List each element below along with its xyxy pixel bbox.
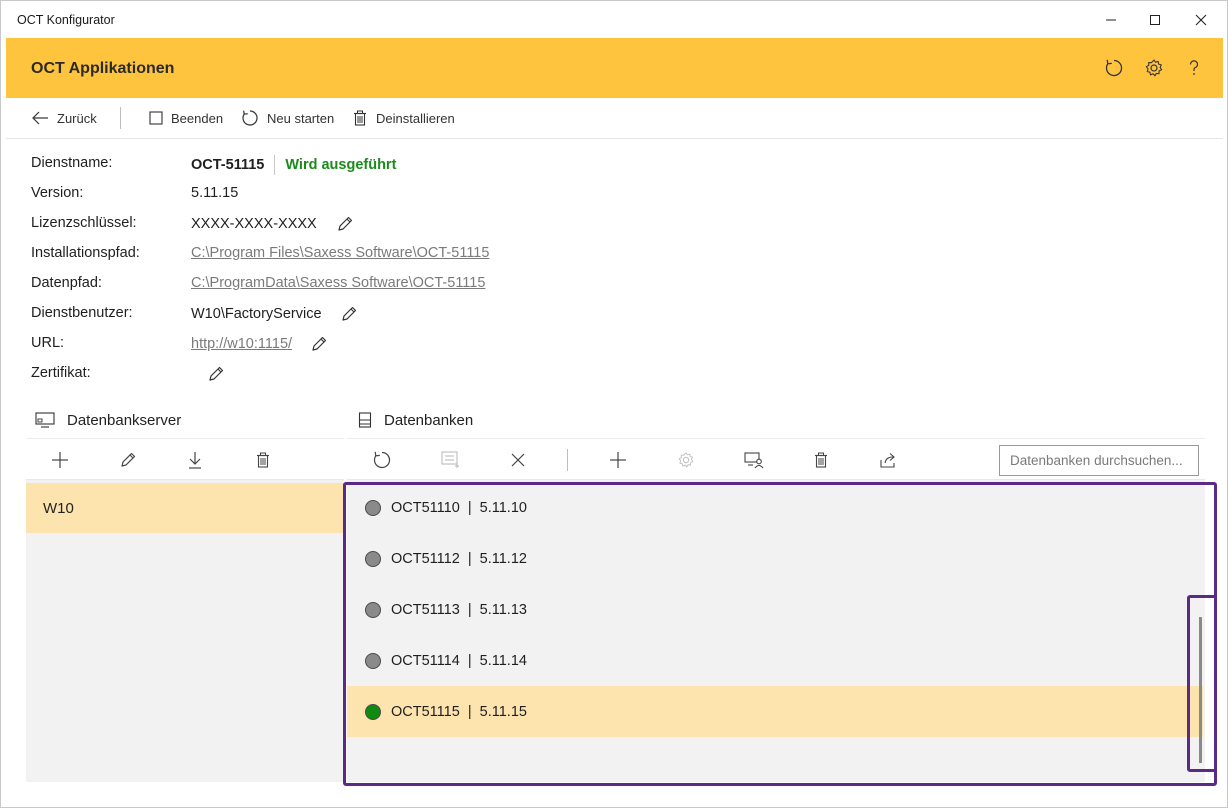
- service-user-label: Dienstbenutzer:: [31, 305, 133, 321]
- service-name-value: OCT-51115: [191, 157, 265, 173]
- pencil-icon: [312, 336, 327, 351]
- refresh-databases-button[interactable]: [364, 439, 400, 481]
- action-toolbar: Zurück Beenden Neu starten Deinstalliere: [6, 98, 1223, 139]
- data-path-link[interactable]: C:\ProgramData\Saxess Software\OCT-51115: [191, 275, 485, 291]
- install-path-link[interactable]: C:\Program Files\Saxess Software\OCT-511…: [191, 245, 489, 261]
- download-icon: [189, 452, 201, 469]
- status-divider: [274, 155, 276, 175]
- trash-icon: [815, 452, 827, 468]
- server-monitor-icon: [35, 412, 55, 428]
- add-to-list-button[interactable]: [433, 439, 469, 481]
- version-value: 5.11.15: [191, 185, 239, 201]
- delete-database-button[interactable]: [803, 439, 839, 481]
- databases-heading-label: Datenbanken: [384, 411, 474, 429]
- edit-license-button[interactable]: [336, 215, 354, 233]
- license-value: XXXX-XXXX-XXXX: [191, 216, 317, 232]
- certificate-label: Zertifikat:: [31, 365, 91, 381]
- close-icon: [1195, 14, 1207, 25]
- trash-icon: [257, 452, 269, 468]
- stop-button[interactable]: Beenden: [149, 98, 223, 138]
- database-search-input[interactable]: Datenbanken durchsuchen...: [999, 445, 1199, 476]
- restart-label: Neu starten: [267, 110, 335, 126]
- refresh-button[interactable]: [1102, 56, 1126, 80]
- pencil-icon: [341, 306, 356, 321]
- uninstall-button[interactable]: Deinstallieren: [352, 98, 455, 138]
- list-add-icon: [441, 451, 459, 468]
- restart-icon: [242, 110, 258, 126]
- share-icon: [880, 453, 895, 468]
- settings-button[interactable]: [1142, 56, 1166, 80]
- plus-icon: [610, 452, 626, 468]
- close-button[interactable]: [1178, 1, 1224, 38]
- status-badge: Wird ausgeführt: [285, 157, 397, 173]
- restart-button[interactable]: Neu starten: [241, 98, 334, 138]
- url-link[interactable]: http://w10:1115/: [191, 336, 292, 352]
- download-server-button[interactable]: [177, 439, 213, 481]
- database-toolbar: Datenbanken durchsuchen...: [347, 438, 1205, 480]
- delete-server-button[interactable]: [245, 439, 281, 481]
- servers-heading-label: Datenbankserver: [67, 411, 182, 429]
- minimize-icon: [1106, 19, 1116, 20]
- database-list-highlight: [343, 482, 1217, 786]
- edit-url-button[interactable]: [310, 335, 328, 353]
- plus-icon: [52, 452, 68, 468]
- server-list-item[interactable]: W10: [26, 483, 344, 533]
- servers-heading: Datenbankserver: [35, 409, 181, 431]
- maximize-button[interactable]: [1132, 1, 1178, 38]
- databases-heading: Datenbanken: [358, 409, 473, 431]
- pencil-icon: [338, 216, 352, 231]
- trash-icon: [354, 110, 366, 126]
- data-path-label: Datenpfad:: [31, 275, 102, 291]
- uninstall-label: Deinstallieren: [376, 110, 455, 126]
- share-database-button[interactable]: [871, 439, 907, 481]
- minimize-button[interactable]: [1088, 1, 1134, 38]
- license-label: Lizenzschlüssel:: [31, 215, 137, 231]
- database-toolbar-divider: [567, 449, 568, 471]
- pencil-icon: [209, 366, 224, 381]
- app-window: OCT Konfigurator OCT Applikationen Zurüc…: [0, 0, 1228, 808]
- back-button[interactable]: Zurück: [31, 98, 97, 138]
- pencil-icon: [121, 452, 136, 467]
- maximize-icon: [1150, 14, 1160, 25]
- app-header: OCT Applikationen: [6, 38, 1223, 98]
- stop-label: Beenden: [171, 110, 224, 126]
- back-label: Zurück: [57, 110, 97, 126]
- database-icon: [358, 412, 372, 428]
- server-panel: W10: [26, 438, 344, 782]
- server-toolbar: [26, 438, 344, 480]
- title-bar: OCT Konfigurator: [1, 1, 1227, 38]
- toolbar-divider: [120, 107, 121, 129]
- edit-service-user-button[interactable]: [340, 305, 358, 323]
- database-user-button[interactable]: [736, 439, 772, 481]
- scrollbar-highlight: [1187, 595, 1217, 772]
- arrow-left-icon: [32, 111, 48, 125]
- remove-database-button[interactable]: [500, 439, 536, 481]
- help-button[interactable]: [1182, 56, 1206, 80]
- database-settings-button[interactable]: [668, 439, 704, 481]
- x-icon: [511, 453, 525, 467]
- question-icon: [1189, 60, 1199, 75]
- install-path-label: Installationspfad:: [31, 245, 140, 261]
- service-user-value: W10\FactoryService: [191, 306, 322, 322]
- add-database-button[interactable]: [600, 439, 636, 481]
- service-name-label: Dienstname:: [31, 155, 113, 171]
- add-server-button[interactable]: [42, 439, 78, 481]
- monitor-user-icon: [744, 452, 764, 469]
- gear-icon: [678, 452, 694, 468]
- page-title: OCT Applikationen: [31, 60, 175, 77]
- refresh-icon: [1105, 59, 1123, 77]
- stop-icon: [149, 111, 163, 125]
- version-label: Version:: [31, 185, 84, 201]
- url-label: URL:: [31, 335, 65, 351]
- refresh-icon: [373, 451, 391, 469]
- gear-icon: [1145, 59, 1163, 77]
- edit-server-button[interactable]: [110, 439, 146, 481]
- window-title: OCT Konfigurator: [17, 13, 115, 27]
- edit-certificate-button[interactable]: [207, 365, 225, 383]
